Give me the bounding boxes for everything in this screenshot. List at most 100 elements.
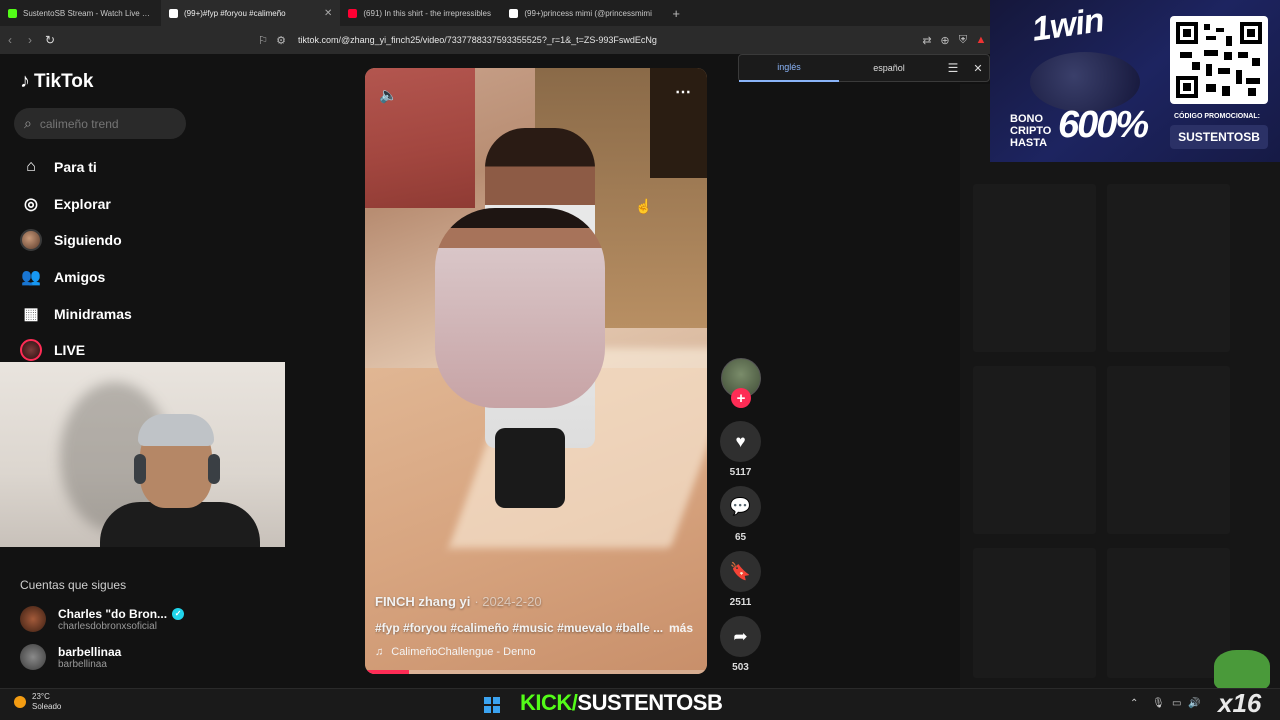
site-settings-icon[interactable]: ⚙ xyxy=(272,34,290,47)
compass-icon: ◎ xyxy=(24,196,38,213)
video-music[interactable]: ♫ CalimeñoChallengue - Denno xyxy=(375,646,536,658)
ad-bono-line: HASTA xyxy=(1010,137,1048,149)
network-icon[interactable]: ▭ xyxy=(1172,698,1181,709)
tiktok-note-icon: ♪ xyxy=(20,70,30,92)
follow-button[interactable]: + xyxy=(731,388,751,408)
sun-icon xyxy=(14,696,26,708)
translate-target-language[interactable]: español xyxy=(839,55,939,81)
ad-bono-line: CRIPTO xyxy=(1010,125,1052,137)
translate-popup: inglés español ☰ ✕ xyxy=(738,54,990,82)
new-tab-button[interactable]: + xyxy=(662,6,690,21)
sidebar-item-explorar[interactable]: ◎ Explorar xyxy=(20,193,111,215)
ad-code-label: CÓDIGO PROMOCIONAL: xyxy=(1174,113,1260,120)
comment-button[interactable]: 💬 xyxy=(720,486,761,527)
chevron-up-icon[interactable]: ⌃ xyxy=(1130,698,1138,709)
extension-icon[interactable]: ▲ xyxy=(972,34,990,46)
placeholder-card xyxy=(1107,548,1230,678)
sidebar-item-label: Para ti xyxy=(54,159,97,175)
cursor-icon: ☝ xyxy=(635,198,653,214)
like-button[interactable]: ♥ xyxy=(720,421,761,462)
video-caption[interactable]: #fyp #foryou #calimeño #music #muevalo #… xyxy=(375,621,665,635)
bookmark-icon[interactable]: ⚐ xyxy=(254,34,272,47)
comment-icon: 💬 xyxy=(729,496,752,516)
music-title: CalimeñoChallengue - Denno xyxy=(391,646,536,658)
film-icon: ▦ xyxy=(23,306,39,323)
youtube-favicon-icon xyxy=(348,8,358,18)
kick-channel-name: SUSTENTOSB xyxy=(577,690,723,715)
tab-title: (99+)princess mimi (@princessmimi xyxy=(524,8,652,18)
browser-tab[interactable]: (99+)princess mimi (@princessmimi xyxy=(501,0,662,26)
tiktok-logo[interactable]: ♪ TikTok xyxy=(20,70,93,93)
webcam-overlay xyxy=(0,362,285,547)
tab-title: SustentoSB Stream - Watch Live on K xyxy=(23,8,153,18)
sidebar-item-label: Minidramas xyxy=(54,306,132,322)
tiktok-favicon-icon xyxy=(169,8,178,18)
sidebar-item-label: Explorar xyxy=(54,196,111,212)
save-button[interactable]: 🔖 xyxy=(720,551,761,592)
video-date: · 2024-2-20 xyxy=(474,594,542,609)
tab-title: (99+)#fyp #foryou #calimeño xyxy=(184,8,286,18)
progress-fill xyxy=(365,670,410,674)
caption-more-button[interactable]: más xyxy=(669,621,693,635)
close-icon[interactable]: ✕ xyxy=(967,62,989,75)
bookmark-icon: 🔖 xyxy=(729,561,752,581)
sidebar-item-amigos[interactable]: 👥 Amigos xyxy=(20,266,105,288)
share-count: 503 xyxy=(732,662,749,673)
address-bar: ‹ › ↻ ⚐ ⚙ tiktok.com/@zhang_yi_finch25/v… xyxy=(0,26,990,54)
author-name: FINCH zhang yi xyxy=(375,594,471,609)
verified-badge-icon: ✓ xyxy=(172,607,185,620)
placeholder-card xyxy=(1107,366,1230,534)
browser-tab[interactable]: SustentoSB Stream - Watch Live on K xyxy=(0,0,161,26)
account-name: barbellinaa xyxy=(58,644,122,659)
volume-icon[interactable]: 🔈 xyxy=(379,86,398,104)
menu-icon[interactable]: ☰ xyxy=(939,61,967,75)
video-player[interactable]: 🔈 ⋯ ☝ FINCH zhang yi · 2024-2-20 #fyp #fo… xyxy=(365,68,707,674)
browser-tab-active[interactable]: (99+)#fyp #foryou #calimeño ✕ xyxy=(161,0,341,26)
sidebar-item-label: LIVE xyxy=(54,342,86,358)
sidebar-item-siguiendo[interactable]: Siguiendo xyxy=(20,229,122,251)
forward-icon[interactable]: › xyxy=(20,33,40,47)
live-icon xyxy=(20,339,42,361)
account-name: Charles "do Bron... xyxy=(58,606,168,621)
url-field[interactable]: tiktok.com/@zhang_yi_finch25/video/73377… xyxy=(298,35,657,45)
more-options-icon[interactable]: ⋯ xyxy=(675,82,691,102)
sidebar-item-minidramas[interactable]: ▦ Minidramas xyxy=(20,303,132,325)
home-icon: ⌂ xyxy=(26,158,36,175)
translate-source-language[interactable]: inglés xyxy=(739,54,839,82)
avatar xyxy=(20,229,42,251)
heart-icon: ♥ xyxy=(735,431,746,451)
windows-start-icon[interactable] xyxy=(484,697,500,713)
shield-icon[interactable]: ⛨ xyxy=(954,34,972,47)
ad-percent: 600% xyxy=(1058,104,1149,146)
zoom-icon[interactable]: ⊕ xyxy=(936,34,954,47)
microphone-icon[interactable]: 🎙 xyxy=(1152,698,1165,709)
browser-tab[interactable]: (691) In this shirt - the irrepressibles xyxy=(340,0,501,26)
close-tab-icon[interactable]: ✕ xyxy=(324,8,332,19)
share-button[interactable]: ➦ xyxy=(720,616,761,657)
avatar xyxy=(20,644,46,670)
sidebar-item-live[interactable]: LIVE xyxy=(20,339,85,361)
back-icon[interactable]: ‹ xyxy=(0,33,20,47)
comment-count: 65 xyxy=(734,532,747,543)
search-box[interactable]: ⌕ xyxy=(14,108,186,139)
weather-condition: Soleado xyxy=(32,702,62,711)
frog-emote-icon xyxy=(1214,650,1270,690)
search-input[interactable] xyxy=(39,116,170,131)
save-count: 2511 xyxy=(729,597,752,608)
kick-stream-overlay: KICK/SUSTENTOSB xyxy=(520,690,723,716)
video-progress-bar[interactable] xyxy=(365,670,707,674)
video-author[interactable]: FINCH zhang yi · 2024-2-20 xyxy=(375,594,542,609)
tiktok-favicon-icon xyxy=(509,8,519,18)
placeholder-card xyxy=(973,184,1096,352)
translate-icon[interactable]: ⇄ xyxy=(918,34,936,47)
kick-prefix: KICK/ xyxy=(520,690,578,715)
following-section-title: Cuentas que sigues xyxy=(20,578,127,592)
avatar xyxy=(20,606,46,632)
speaker-icon[interactable]: 🔊 xyxy=(1188,698,1200,709)
weather-widget[interactable]: 23°C Soleado xyxy=(14,692,61,712)
weather-temp: 23°C xyxy=(32,692,50,701)
sidebar-item-para-ti[interactable]: ⌂ Para ti xyxy=(20,156,97,178)
following-account[interactable]: barbellinaa barbellinaa xyxy=(20,644,121,670)
following-account[interactable]: Charles "do Bron... ✓ charlesdobronxsofic… xyxy=(20,606,185,632)
reload-icon[interactable]: ↻ xyxy=(40,33,60,47)
